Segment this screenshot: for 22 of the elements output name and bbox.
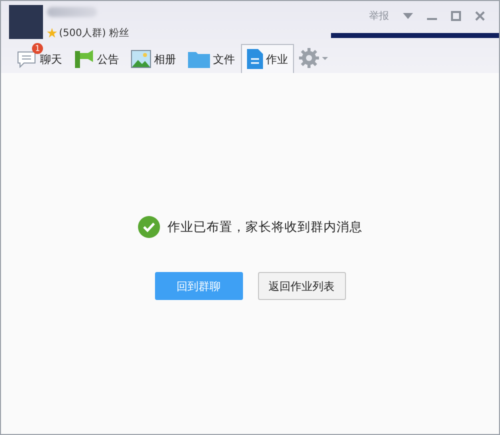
- tab[interactable]: 文件: [182, 44, 241, 73]
- flag-icon: [74, 49, 94, 69]
- success-message: 作业已布置，家长将收到群内消息: [168, 218, 362, 236]
- star-icon: [47, 28, 57, 38]
- picture-icon: [131, 50, 151, 68]
- tab[interactable]: 相册: [125, 44, 182, 73]
- dropdown-icon[interactable]: [403, 13, 413, 19]
- tab[interactable]: 1 聊天: [11, 44, 68, 73]
- homework-list-button[interactable]: 返回作业列表: [258, 272, 346, 300]
- blurred-name: [47, 7, 97, 17]
- tab[interactable]: 公告: [68, 44, 125, 73]
- document-icon: [247, 49, 263, 69]
- check-icon: [138, 216, 160, 238]
- unread-badge: 1: [32, 43, 43, 54]
- avatar-placeholder: [9, 5, 43, 39]
- maximize-icon[interactable]: [451, 11, 461, 21]
- close-icon[interactable]: [475, 11, 485, 21]
- folder-icon: [188, 50, 210, 68]
- chat-icon: [17, 50, 37, 68]
- tab[interactable]: 作业: [241, 44, 294, 73]
- group-info: (500人群) 粉丝: [59, 26, 130, 40]
- settings-icon[interactable]: [299, 48, 329, 68]
